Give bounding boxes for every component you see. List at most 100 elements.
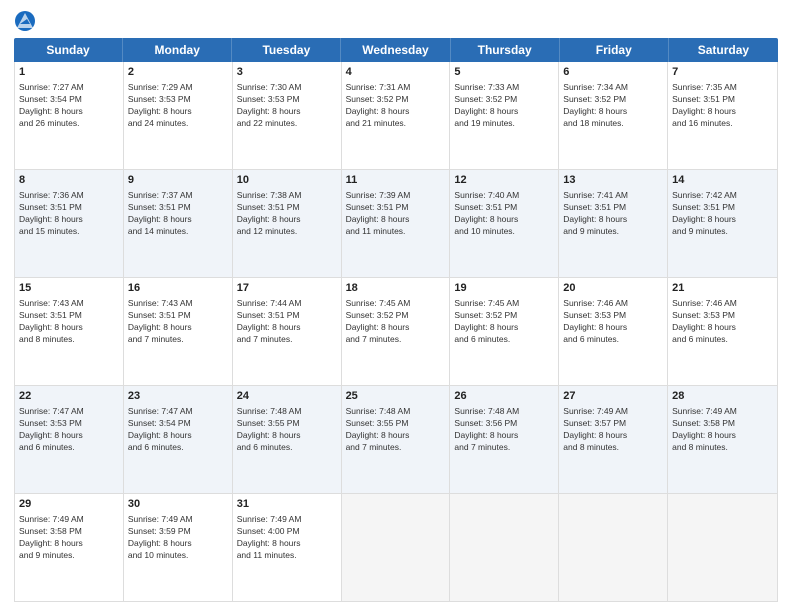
header-day-tuesday: Tuesday	[232, 38, 341, 62]
day-cell-24: 24 Sunrise: 7:48 AM Sunset: 3:55 PM Dayli…	[233, 386, 342, 493]
day-cell-20: 20Sunrise: 7:46 AM Sunset: 3:53 PM Dayli…	[559, 278, 668, 385]
day-info: Sunrise: 7:43 AM Sunset: 3:51 PM Dayligh…	[128, 298, 193, 344]
day-info: Sunrise: 7:48 AM Sunset: 3:55 PM Dayligh…	[346, 406, 411, 452]
day-cell-15: 15 Sunrise: 7:43 AM Sunset: 3:51 PM Dayli…	[15, 278, 124, 385]
day-number: 12	[454, 173, 554, 188]
day-number: 15	[19, 281, 119, 296]
day-cell-30: 30 Sunrise: 7:49 AM Sunset: 3:59 PM Dayli…	[124, 494, 233, 601]
calendar-row-2: 15 Sunrise: 7:43 AM Sunset: 3:51 PM Dayli…	[15, 278, 777, 386]
day-info: Sunrise: 7:35 AM Sunset: 3:51 PM Dayligh…	[672, 82, 737, 128]
day-cell-6: 6Sunrise: 7:34 AM Sunset: 3:52 PM Daylig…	[559, 62, 668, 169]
day-number: 27	[563, 389, 663, 404]
day-number: 29	[19, 497, 119, 512]
day-cell-10: 10 Sunrise: 7:38 AM Sunset: 3:51 PM Dayli…	[233, 170, 342, 277]
day-info: Sunrise: 7:42 AM Sunset: 3:51 PM Dayligh…	[672, 190, 737, 236]
day-info: Sunrise: 7:36 AM Sunset: 3:51 PM Dayligh…	[19, 190, 84, 236]
day-info: Sunrise: 7:43 AM Sunset: 3:51 PM Dayligh…	[19, 298, 84, 344]
calendar-row-0: 1Sunrise: 7:27 AM Sunset: 3:54 PM Daylig…	[15, 62, 777, 170]
day-number: 4	[346, 65, 446, 80]
day-cell-3: 3 Sunrise: 7:30 AM Sunset: 3:53 PM Daylig…	[233, 62, 342, 169]
day-info: Sunrise: 7:44 AM Sunset: 3:51 PM Dayligh…	[237, 298, 302, 344]
day-number: 5	[454, 65, 554, 80]
day-cell-18: 18 Sunrise: 7:45 AM Sunset: 3:52 PM Dayli…	[342, 278, 451, 385]
day-cell-12: 12 Sunrise: 7:40 AM Sunset: 3:51 PM Dayli…	[450, 170, 559, 277]
empty-cell	[450, 494, 559, 601]
day-number: 18	[346, 281, 446, 296]
empty-cell	[342, 494, 451, 601]
day-number: 23	[128, 389, 228, 404]
day-cell-5: 5 Sunrise: 7:33 AM Sunset: 3:52 PM Daylig…	[450, 62, 559, 169]
day-info: Sunrise: 7:33 AM Sunset: 3:52 PM Dayligh…	[454, 82, 519, 128]
day-info: Sunrise: 7:39 AM Sunset: 3:51 PM Dayligh…	[346, 190, 411, 236]
day-info: Sunrise: 7:47 AM Sunset: 3:54 PM Dayligh…	[128, 406, 193, 452]
day-number: 16	[128, 281, 228, 296]
day-number: 30	[128, 497, 228, 512]
day-number: 13	[563, 173, 663, 188]
day-cell-21: 21 Sunrise: 7:46 AM Sunset: 3:53 PM Dayli…	[668, 278, 777, 385]
header-day-thursday: Thursday	[451, 38, 560, 62]
day-cell-27: 27 Sunrise: 7:49 AM Sunset: 3:57 PM Dayli…	[559, 386, 668, 493]
day-number: 20	[563, 281, 663, 296]
logo	[14, 10, 40, 32]
day-cell-9: 9 Sunrise: 7:37 AM Sunset: 3:51 PM Daylig…	[124, 170, 233, 277]
day-number: 28	[672, 389, 773, 404]
day-number: 2	[128, 65, 228, 80]
day-cell-26: 26Sunrise: 7:48 AM Sunset: 3:56 PM Dayli…	[450, 386, 559, 493]
day-info: Sunrise: 7:48 AM Sunset: 3:56 PM Dayligh…	[454, 406, 519, 452]
day-number: 1	[19, 65, 119, 80]
day-info: Sunrise: 7:31 AM Sunset: 3:52 PM Dayligh…	[346, 82, 411, 128]
calendar-body: 1Sunrise: 7:27 AM Sunset: 3:54 PM Daylig…	[14, 62, 778, 602]
day-info: Sunrise: 7:30 AM Sunset: 3:53 PM Dayligh…	[237, 82, 302, 128]
day-info: Sunrise: 7:49 AM Sunset: 3:57 PM Dayligh…	[563, 406, 628, 452]
calendar-header: SundayMondayTuesdayWednesdayThursdayFrid…	[14, 38, 778, 62]
day-info: Sunrise: 7:38 AM Sunset: 3:51 PM Dayligh…	[237, 190, 302, 236]
day-number: 11	[346, 173, 446, 188]
logo-icon	[14, 10, 36, 32]
header-day-monday: Monday	[123, 38, 232, 62]
day-cell-23: 23 Sunrise: 7:47 AM Sunset: 3:54 PM Dayli…	[124, 386, 233, 493]
day-info: Sunrise: 7:46 AM Sunset: 3:53 PM Dayligh…	[672, 298, 737, 344]
day-cell-16: 16 Sunrise: 7:43 AM Sunset: 3:51 PM Dayli…	[124, 278, 233, 385]
day-cell-8: 8 Sunrise: 7:36 AM Sunset: 3:51 PM Daylig…	[15, 170, 124, 277]
day-info: Sunrise: 7:40 AM Sunset: 3:51 PM Dayligh…	[454, 190, 519, 236]
day-cell-31: 31Sunrise: 7:49 AM Sunset: 4:00 PM Dayli…	[233, 494, 342, 601]
day-info: Sunrise: 7:45 AM Sunset: 3:52 PM Dayligh…	[346, 298, 411, 344]
day-info: Sunrise: 7:48 AM Sunset: 3:55 PM Dayligh…	[237, 406, 302, 452]
day-number: 8	[19, 173, 119, 188]
day-number: 3	[237, 65, 337, 80]
day-number: 10	[237, 173, 337, 188]
day-number: 17	[237, 281, 337, 296]
day-number: 25	[346, 389, 446, 404]
day-number: 31	[237, 497, 337, 512]
day-info: Sunrise: 7:47 AM Sunset: 3:53 PM Dayligh…	[19, 406, 84, 452]
day-info: Sunrise: 7:49 AM Sunset: 3:59 PM Dayligh…	[128, 514, 193, 560]
day-number: 14	[672, 173, 773, 188]
day-cell-4: 4 Sunrise: 7:31 AM Sunset: 3:52 PM Daylig…	[342, 62, 451, 169]
header-day-sunday: Sunday	[14, 38, 123, 62]
day-cell-17: 17 Sunrise: 7:44 AM Sunset: 3:51 PM Dayli…	[233, 278, 342, 385]
day-cell-28: 28 Sunrise: 7:49 AM Sunset: 3:58 PM Dayli…	[668, 386, 777, 493]
day-number: 21	[672, 281, 773, 296]
day-cell-11: 11 Sunrise: 7:39 AM Sunset: 3:51 PM Dayli…	[342, 170, 451, 277]
day-cell-1: 1Sunrise: 7:27 AM Sunset: 3:54 PM Daylig…	[15, 62, 124, 169]
day-cell-13: 13 Sunrise: 7:41 AM Sunset: 3:51 PM Dayli…	[559, 170, 668, 277]
header-day-wednesday: Wednesday	[341, 38, 450, 62]
day-cell-2: 2Sunrise: 7:29 AM Sunset: 3:53 PM Daylig…	[124, 62, 233, 169]
day-number: 24	[237, 389, 337, 404]
day-info: Sunrise: 7:34 AM Sunset: 3:52 PM Dayligh…	[563, 82, 628, 128]
day-cell-19: 19Sunrise: 7:45 AM Sunset: 3:52 PM Dayli…	[450, 278, 559, 385]
calendar: SundayMondayTuesdayWednesdayThursdayFrid…	[14, 38, 778, 602]
empty-cell	[559, 494, 668, 601]
header-day-friday: Friday	[560, 38, 669, 62]
day-cell-29: 29Sunrise: 7:49 AM Sunset: 3:58 PM Dayli…	[15, 494, 124, 601]
empty-cell	[668, 494, 777, 601]
day-cell-25: 25 Sunrise: 7:48 AM Sunset: 3:55 PM Dayli…	[342, 386, 451, 493]
day-cell-7: 7Sunrise: 7:35 AM Sunset: 3:51 PM Daylig…	[668, 62, 777, 169]
day-number: 22	[19, 389, 119, 404]
day-info: Sunrise: 7:49 AM Sunset: 3:58 PM Dayligh…	[672, 406, 737, 452]
day-info: Sunrise: 7:41 AM Sunset: 3:51 PM Dayligh…	[563, 190, 628, 236]
day-info: Sunrise: 7:37 AM Sunset: 3:51 PM Dayligh…	[128, 190, 193, 236]
day-number: 9	[128, 173, 228, 188]
day-number: 19	[454, 281, 554, 296]
header	[14, 10, 778, 32]
